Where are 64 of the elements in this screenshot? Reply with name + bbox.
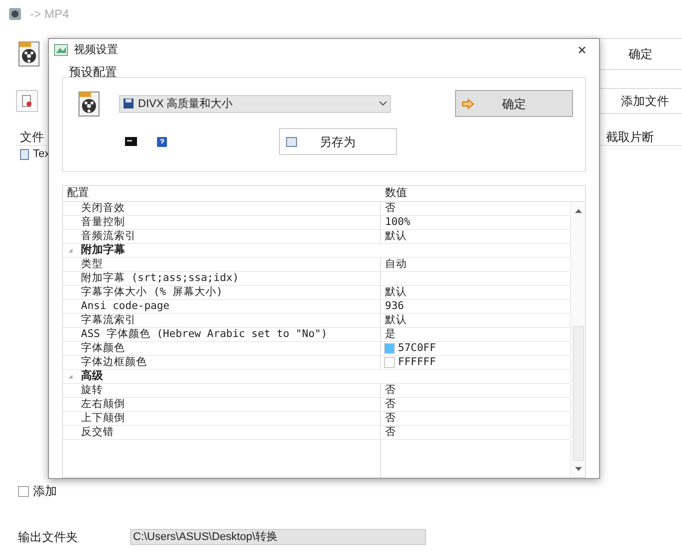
film-reel-icon — [18, 41, 40, 67]
property-name: 上下颠倒 — [81, 412, 125, 425]
chevron-down-icon — [379, 101, 387, 106]
property-name: 音量控制 — [81, 216, 125, 229]
property-name: 关闭音效 — [81, 202, 125, 215]
remove-file-button[interactable] — [16, 90, 38, 112]
property-value: 否 — [385, 412, 396, 425]
property-value: 100% — [385, 216, 410, 229]
column-header: 数值 — [384, 186, 407, 202]
checkbox[interactable] — [18, 486, 29, 496]
video-settings-icon — [54, 44, 68, 56]
scroll-up-icon[interactable] — [574, 208, 582, 213]
column-header: 截取片断 — [606, 128, 655, 146]
property-name: 旋转 — [81, 384, 103, 397]
document-delete-icon — [22, 95, 32, 107]
group-heading: 高级 — [81, 368, 103, 384]
property-value: 否 — [385, 202, 396, 215]
ok-button[interactable]: 确定 — [598, 38, 682, 70]
confirm-button[interactable]: 确定 — [455, 90, 573, 118]
file-icon — [20, 148, 29, 160]
close-icon — [578, 46, 586, 54]
console-icon — [125, 137, 137, 146]
help-icon — [157, 136, 167, 147]
property-value: 否 — [385, 384, 396, 397]
collapse-triangle-icon[interactable] — [68, 374, 73, 379]
property-name: 字幕流索引 — [81, 314, 136, 327]
property-value: 默认 — [385, 314, 407, 327]
property-name: 左右颠倒 — [81, 398, 125, 411]
property-value: 57C0FF — [398, 342, 436, 355]
property-name: 字体颜色 — [81, 342, 125, 355]
column-header: 文件 — [19, 128, 44, 146]
property-name: 附加字幕 (srt;ass;ssa;idx) — [81, 272, 239, 285]
property-value: FFFFFF — [398, 356, 436, 369]
output-folder-label: 输出文件夹 — [18, 529, 78, 546]
preset-dropdown[interactable]: DIVX 高质量和大小 — [119, 94, 391, 113]
scrollbar[interactable] — [570, 202, 585, 477]
property-name: 字幕字体大小 (% 屏幕大小) — [81, 286, 223, 299]
column-header: 配置 — [66, 186, 90, 202]
checkbox-label: 添加 — [33, 483, 57, 500]
group-heading: 附加字幕 — [81, 242, 125, 258]
dialog-title: 视频设置 — [74, 42, 118, 58]
property-value: 默认 — [385, 286, 407, 299]
scroll-thumb[interactable] — [572, 326, 584, 461]
property-name: 类型 — [81, 258, 103, 271]
property-value: 否 — [385, 398, 396, 411]
property-value: 默认 — [385, 230, 407, 243]
property-value: 自动 — [385, 258, 407, 271]
save-as-button[interactable]: 另存为 — [279, 128, 397, 156]
scroll-down-icon[interactable] — [574, 466, 582, 471]
arrow-right-icon — [462, 98, 474, 109]
property-value: 否 — [385, 426, 396, 439]
group-label: 预设配置 — [69, 64, 118, 79]
app-icon — [8, 7, 22, 21]
collapse-triangle-icon[interactable] — [68, 248, 73, 253]
property-value: 936 — [385, 300, 404, 313]
property-value: 是 — [385, 328, 396, 341]
property-name: 字体边框颜色 — [81, 356, 147, 369]
output-folder-field[interactable]: C:\Users\ASUS\Desktop\转换 — [130, 529, 426, 545]
property-name: 音频流索引 — [81, 230, 136, 243]
window-title: -> MP4 — [30, 6, 70, 23]
property-name: 反交错 — [81, 426, 114, 439]
film-reel-icon — [78, 90, 100, 117]
property-name: ASS 字体颜色 (Hebrew Arabic set to "No") — [81, 328, 328, 341]
property-name: Ansi code-page — [81, 300, 170, 313]
